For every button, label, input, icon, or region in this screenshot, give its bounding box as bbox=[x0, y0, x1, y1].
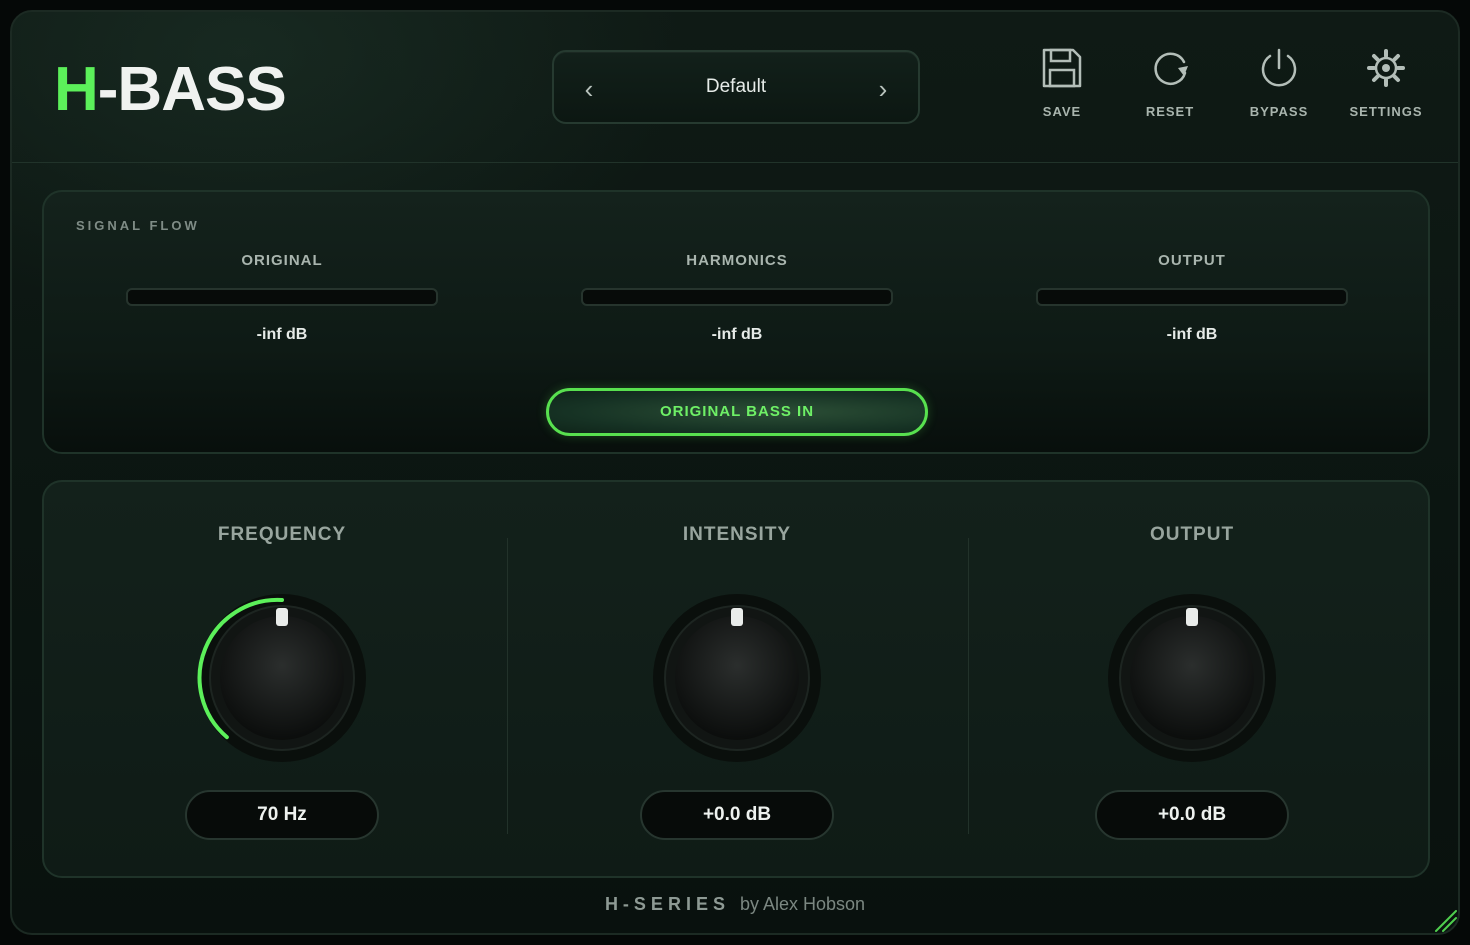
controls-panel: FREQUENCY 70 Hz INTENSITY +0.0 dB OUTPUT… bbox=[42, 480, 1430, 878]
meter-original: ORIGINAL -inf dB bbox=[122, 252, 442, 344]
save-label: SAVE bbox=[1042, 104, 1082, 119]
intensity-knob[interactable] bbox=[637, 578, 837, 778]
frequency-control: FREQUENCY 70 Hz bbox=[122, 482, 442, 880]
output-knob[interactable] bbox=[1092, 578, 1292, 778]
meter-output: OUTPUT -inf dB bbox=[1032, 252, 1352, 344]
meter-value: -inf dB bbox=[1166, 326, 1218, 343]
column-divider bbox=[507, 538, 508, 834]
frequency-label: FREQUENCY bbox=[217, 524, 347, 545]
signal-flow-panel: SIGNAL FLOW ORIGINAL -inf dB HARMONICS -… bbox=[42, 190, 1430, 454]
level-meter bbox=[126, 288, 438, 306]
output-label: OUTPUT bbox=[1149, 524, 1235, 545]
knob-indicator bbox=[1186, 608, 1198, 626]
intensity-label: INTENSITY bbox=[682, 524, 792, 545]
frequency-knob[interactable] bbox=[182, 578, 382, 778]
meter-label: ORIGINAL bbox=[241, 252, 323, 269]
output-value[interactable]: +0.0 dB bbox=[1095, 790, 1289, 840]
reset-label: RESET bbox=[1145, 104, 1195, 119]
logo: H-BASS bbox=[54, 52, 287, 128]
settings-button[interactable]: SETTINGS bbox=[1336, 46, 1436, 130]
settings-label: SETTINGS bbox=[1349, 104, 1423, 119]
meter-value: -inf dB bbox=[256, 326, 308, 343]
resize-grip-icon[interactable] bbox=[1432, 907, 1458, 933]
footer-credit: by Alex Hobson bbox=[739, 894, 866, 914]
floppy-disk-icon bbox=[1042, 48, 1082, 88]
logo-accent: H bbox=[54, 55, 99, 124]
knob-indicator bbox=[731, 608, 743, 626]
refresh-icon bbox=[1154, 52, 1188, 86]
meter-value: -inf dB bbox=[711, 326, 763, 343]
preset-selector: ‹ Default › bbox=[552, 50, 920, 124]
gear-icon bbox=[1367, 49, 1405, 87]
bypass-label: BYPASS bbox=[1249, 104, 1309, 119]
footer: H-SERIES by Alex Hobson bbox=[12, 894, 1458, 915]
logo-text: -BASS bbox=[97, 55, 287, 124]
frequency-value[interactable]: 70 Hz bbox=[185, 790, 379, 840]
meter-harmonics: HARMONICS -inf dB bbox=[577, 252, 897, 344]
previous-preset-button[interactable]: ‹ bbox=[574, 72, 604, 106]
plugin-window: H-BASS ‹ Default › SAVE RESET BYPASS SET… bbox=[10, 10, 1460, 935]
meter-label: OUTPUT bbox=[1158, 252, 1226, 269]
column-divider bbox=[968, 538, 969, 834]
save-button[interactable]: SAVE bbox=[1012, 46, 1112, 130]
intensity-control: INTENSITY +0.0 dB bbox=[577, 482, 897, 880]
power-icon bbox=[1261, 48, 1297, 87]
bypass-button[interactable]: BYPASS bbox=[1229, 46, 1329, 130]
knob-indicator bbox=[276, 608, 288, 626]
header: H-BASS ‹ Default › SAVE RESET BYPASS SET… bbox=[12, 12, 1458, 163]
original-bass-in-toggle[interactable]: ORIGINAL BASS IN bbox=[546, 388, 928, 436]
reset-button[interactable]: RESET bbox=[1120, 46, 1220, 130]
intensity-value[interactable]: +0.0 dB bbox=[640, 790, 834, 840]
level-meter bbox=[581, 288, 893, 306]
meter-label: HARMONICS bbox=[686, 252, 788, 269]
next-preset-button[interactable]: › bbox=[868, 72, 898, 106]
level-meter bbox=[1036, 288, 1348, 306]
preset-name[interactable]: Default bbox=[614, 76, 858, 98]
footer-brand: H-SERIES bbox=[604, 894, 730, 914]
signal-flow-title: SIGNAL FLOW bbox=[76, 218, 200, 233]
output-control: OUTPUT +0.0 dB bbox=[1032, 482, 1352, 880]
